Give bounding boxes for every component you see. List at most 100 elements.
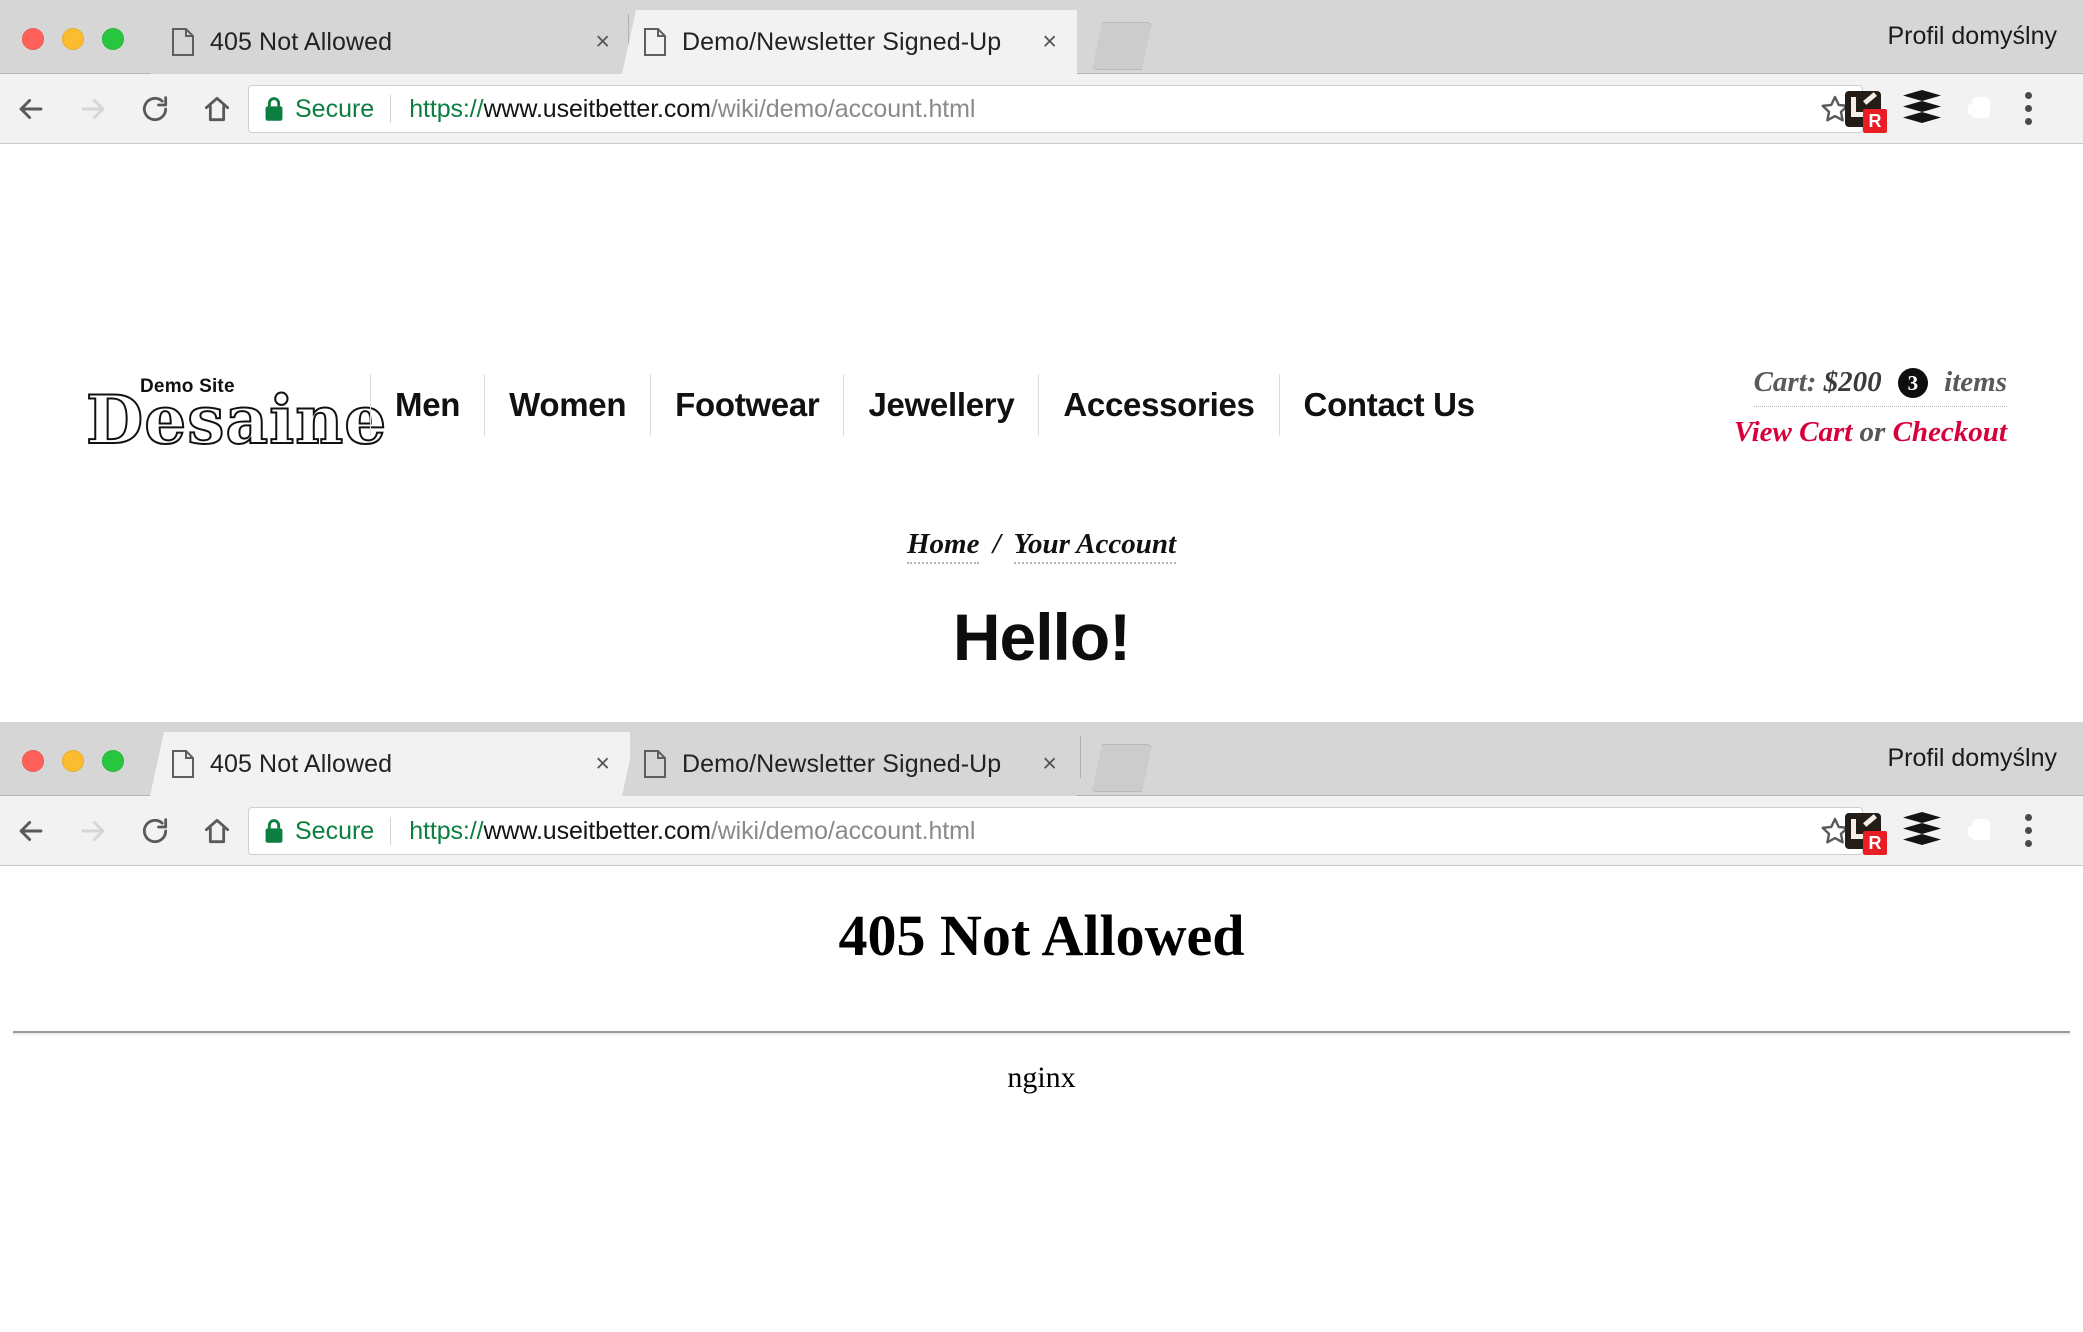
secure-label: Secure	[295, 94, 375, 123]
layers-icon[interactable]	[1903, 90, 1941, 128]
divider	[390, 817, 392, 845]
extension-toolbar: R	[1785, 796, 2067, 866]
view-cart-link[interactable]: View Cart	[1734, 416, 1852, 448]
secure-label: Secure	[295, 816, 375, 845]
new-tab-button[interactable]	[1092, 744, 1152, 792]
nav-item-accessories[interactable]: Accessories	[1039, 374, 1280, 436]
browser-window-bottom: 405 Not Allowed × Demo/Newsletter Signed…	[0, 722, 2083, 1332]
cart-summary: Cart: $200 3 items View Cart or Checkout	[1734, 366, 2007, 449]
tab-405-not-allowed[interactable]: 405 Not Allowed ×	[150, 10, 630, 74]
back-arrow-icon[interactable]	[0, 796, 62, 866]
nav-item-women[interactable]: Women	[485, 374, 652, 436]
cart-prefix: Cart:	[1753, 366, 1817, 398]
reload-icon[interactable]	[124, 74, 186, 144]
camera-lens-icon[interactable]	[1785, 812, 1823, 850]
close-button[interactable]	[22, 750, 44, 772]
page-icon	[172, 28, 194, 56]
profile-label: Profil domyślny	[1887, 744, 2058, 772]
profile-label: Profil domyślny	[1887, 22, 2058, 50]
recorder-r-badge-icon[interactable]: R	[1845, 91, 1887, 133]
tab-demo-newsletter-signed-up[interactable]: Demo/Newsletter Signed-Up ×	[622, 732, 1077, 796]
tab-405-not-allowed[interactable]: 405 Not Allowed ×	[150, 732, 630, 796]
url-path: /wiki/demo/account.html	[710, 94, 976, 123]
extension-badge: R	[1863, 831, 1887, 855]
adblock-icon[interactable]	[1963, 90, 2001, 128]
cart-totals: Cart: $200 3 items	[1753, 366, 2007, 407]
layers-icon[interactable]	[1903, 812, 1941, 850]
back-arrow-icon[interactable]	[0, 74, 62, 144]
maximize-button[interactable]	[102, 750, 124, 772]
url-text: https://www.useitbetter.com/wiki/demo/ac…	[409, 95, 975, 124]
page-icon	[172, 750, 194, 778]
tab-strip: 405 Not Allowed × Demo/Newsletter Signed…	[0, 0, 2083, 74]
divider	[390, 95, 392, 123]
error-title: 405 Not Allowed	[838, 903, 1245, 968]
breadcrumb-current[interactable]: Your Account	[1013, 528, 1177, 564]
tab-demo-newsletter-signed-up[interactable]: Demo/Newsletter Signed-Up ×	[622, 10, 1077, 74]
home-icon[interactable]	[186, 74, 248, 144]
adblock-icon[interactable]	[1963, 812, 2001, 850]
minimize-button[interactable]	[62, 28, 84, 50]
close-button[interactable]	[22, 28, 44, 50]
nginx-error-page: 405 Not Allowed nginx	[0, 866, 2083, 1332]
new-tab-button[interactable]	[1092, 22, 1152, 70]
url-host: www.useitbetter.com	[483, 816, 711, 845]
tab-title: 405 Not Allowed	[210, 27, 393, 56]
browser-window-top: 405 Not Allowed × Demo/Newsletter Signed…	[0, 0, 2083, 728]
nav-item-men[interactable]: Men	[370, 374, 486, 436]
minimize-button[interactable]	[62, 750, 84, 772]
address-bar[interactable]: Secure https://www.useitbetter.com/wiki/…	[248, 807, 1863, 855]
url-path: /wiki/demo/account.html	[710, 816, 976, 845]
close-icon[interactable]: ×	[1042, 29, 1057, 55]
url-host: www.useitbetter.com	[483, 94, 711, 123]
breadcrumb: Home / Your Account	[0, 528, 2083, 564]
cart-count-badge: 3	[1897, 368, 1928, 398]
close-icon[interactable]: ×	[1042, 751, 1057, 777]
kebab-menu-icon[interactable]	[2023, 812, 2061, 850]
page-title: Hello!	[952, 600, 1131, 674]
home-icon[interactable]	[186, 796, 248, 866]
forward-arrow-icon	[62, 74, 124, 144]
extension-toolbar: R	[1785, 74, 2067, 144]
tab-title: Demo/Newsletter Signed-Up	[682, 27, 1002, 56]
cart-items-label: items	[1944, 366, 2007, 398]
reload-icon[interactable]	[124, 796, 186, 866]
window-controls	[22, 28, 124, 50]
cart-or-label: or	[1859, 416, 1886, 448]
server-signature: nginx	[1007, 1061, 1076, 1094]
url-text: https://www.useitbetter.com/wiki/demo/ac…	[409, 817, 975, 846]
extension-badge: R	[1863, 109, 1887, 133]
address-bar[interactable]: Secure https://www.useitbetter.com/wiki/…	[248, 85, 1863, 133]
forward-arrow-icon	[62, 796, 124, 866]
nav-item-footwear[interactable]: Footwear	[651, 374, 845, 436]
nav-item-jewellery[interactable]: Jewellery	[844, 374, 1040, 436]
lock-icon	[263, 96, 285, 122]
browser-toolbar: Secure https://www.useitbetter.com/wiki/…	[0, 796, 2083, 866]
logo-wordmark: Desaine	[85, 381, 388, 459]
cart-amount: $200	[1823, 366, 1882, 398]
main-nav: Men Women Footwear Jewellery Accessories…	[370, 374, 1499, 436]
breadcrumb-separator: /	[992, 528, 1001, 560]
browser-toolbar: Secure https://www.useitbetter.com/wiki/…	[0, 74, 2083, 144]
close-icon[interactable]: ×	[595, 751, 610, 777]
kebab-menu-icon[interactable]	[2023, 90, 2061, 128]
cart-actions: View Cart or Checkout	[1734, 416, 2007, 449]
lock-icon	[263, 818, 285, 844]
nav-item-contact-us[interactable]: Contact Us	[1280, 374, 1499, 436]
recorder-r-badge-icon[interactable]: R	[1845, 813, 1887, 855]
divider	[1080, 736, 1081, 778]
camera-lens-icon[interactable]	[1785, 90, 1823, 128]
shop-page: Demo Site Desaine Men Women Footwear Jew…	[0, 144, 2083, 728]
screen: 405 Not Allowed × Demo/Newsletter Signed…	[0, 0, 2083, 1332]
tab-title: Demo/Newsletter Signed-Up	[682, 749, 1002, 778]
tab-strip: 405 Not Allowed × Demo/Newsletter Signed…	[0, 722, 2083, 796]
window-controls	[22, 750, 124, 772]
url-scheme: https://	[409, 94, 484, 123]
page-icon	[644, 750, 666, 778]
close-icon[interactable]: ×	[595, 29, 610, 55]
url-scheme: https://	[409, 816, 484, 845]
maximize-button[interactable]	[102, 28, 124, 50]
breadcrumb-home[interactable]: Home	[906, 528, 980, 564]
tab-title: 405 Not Allowed	[210, 749, 393, 778]
checkout-link[interactable]: Checkout	[1893, 416, 2007, 448]
